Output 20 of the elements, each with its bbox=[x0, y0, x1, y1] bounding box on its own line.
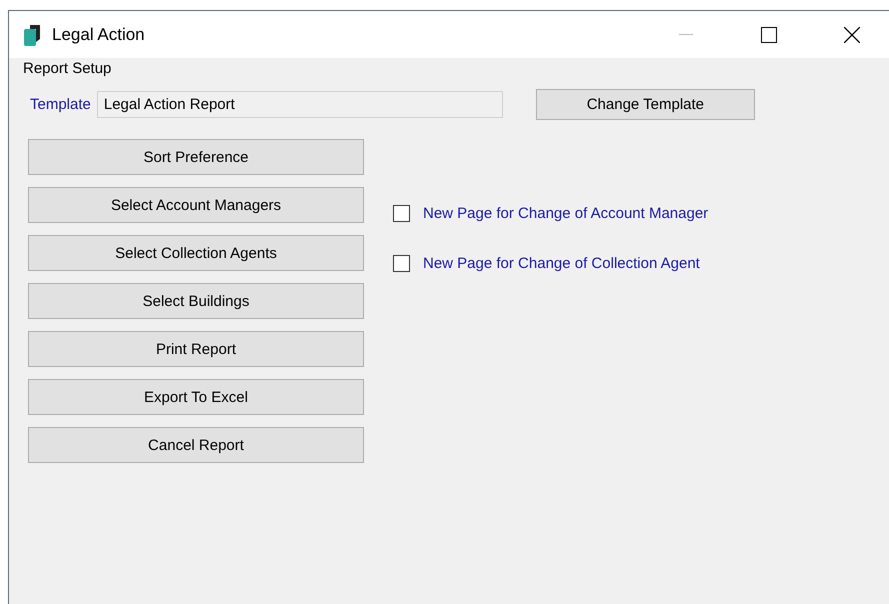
close-icon bbox=[844, 26, 860, 42]
report-button[interactable]: Cancel Report bbox=[28, 427, 364, 463]
app-icon bbox=[23, 22, 43, 46]
minimize-icon bbox=[679, 34, 693, 36]
report-button[interactable]: Export To Excel bbox=[28, 379, 364, 415]
template-label: Template bbox=[30, 96, 91, 113]
group-title: Report Setup bbox=[23, 60, 112, 77]
report-button[interactable]: Select Account Managers bbox=[28, 187, 364, 223]
report-button[interactable]: Sort Preference bbox=[28, 139, 364, 175]
checkbox-label: New Page for Change of Collection Agent bbox=[423, 255, 700, 272]
report-button[interactable]: Print Report bbox=[28, 331, 364, 367]
maximize-icon bbox=[761, 26, 777, 42]
checkbox[interactable] bbox=[393, 255, 410, 272]
checkbox-label: New Page for Change of Account Manager bbox=[423, 205, 708, 222]
window-title: Legal Action bbox=[52, 24, 146, 44]
report-button[interactable]: Select Buildings bbox=[28, 283, 364, 319]
change-template-button[interactable]: Change Template bbox=[536, 89, 755, 120]
report-button[interactable]: Select Collection Agents bbox=[28, 235, 364, 271]
checkbox[interactable] bbox=[393, 205, 410, 222]
template-field[interactable]: Legal Action Report bbox=[96, 91, 503, 118]
